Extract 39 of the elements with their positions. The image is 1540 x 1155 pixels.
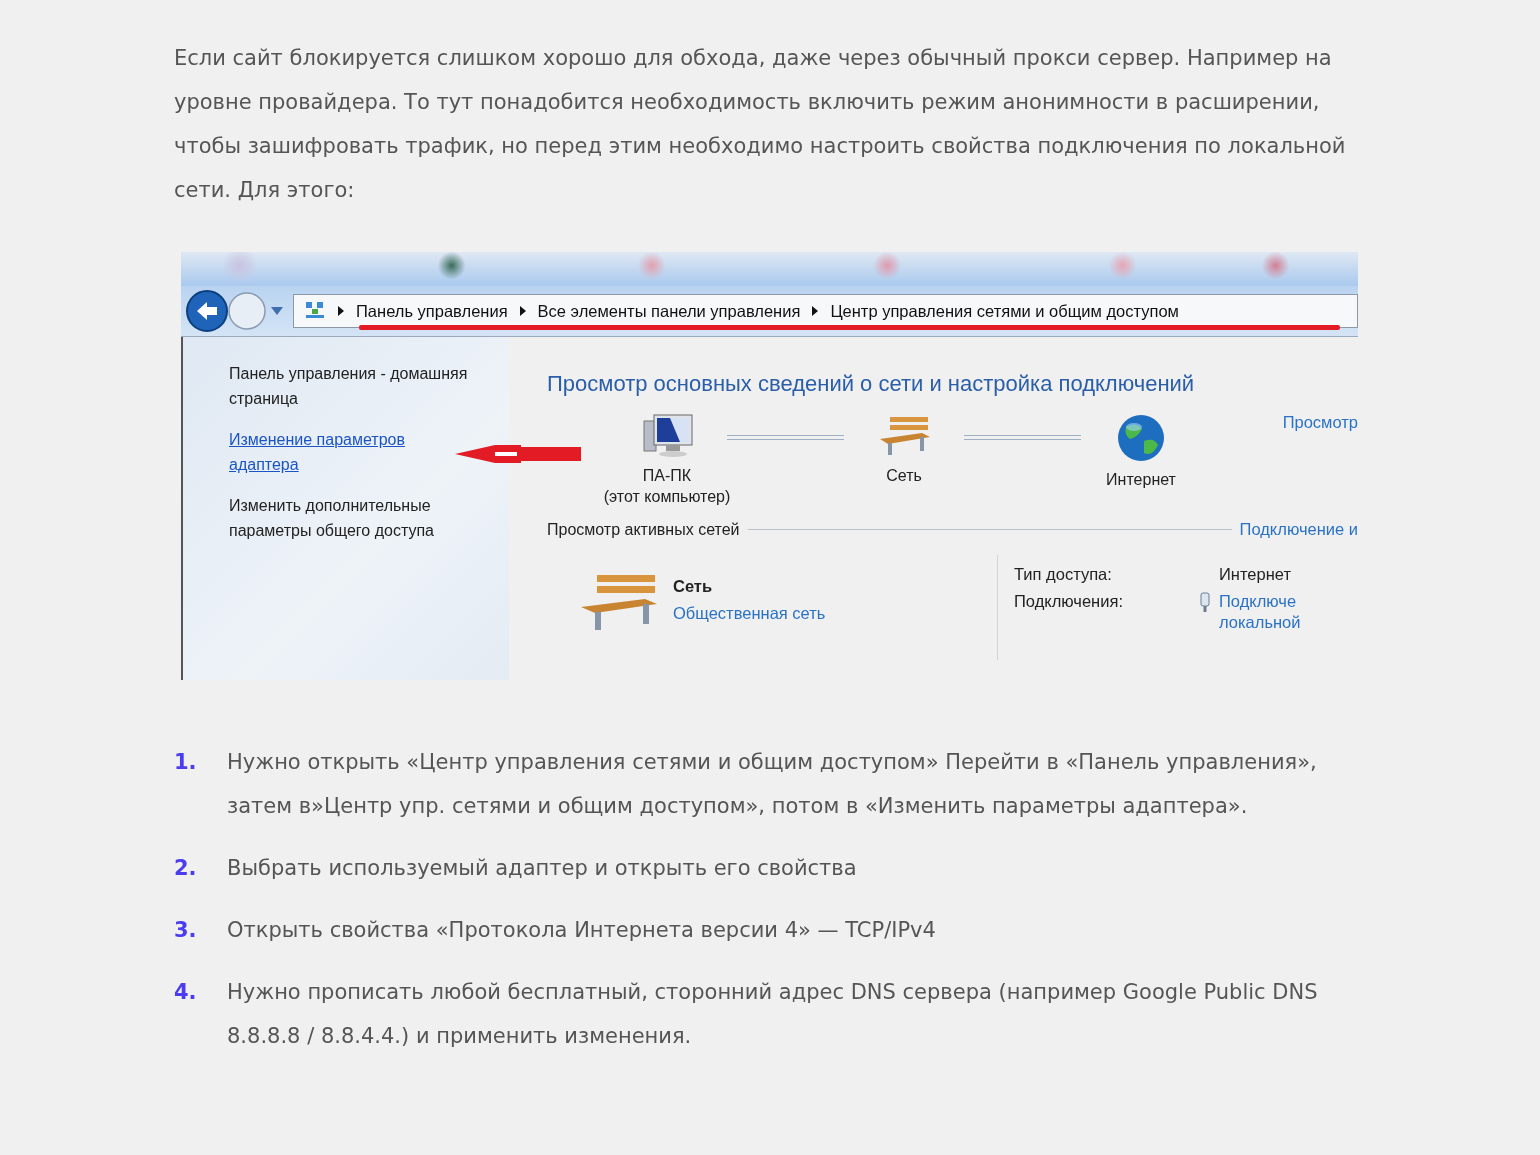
node-label: Сеть: [886, 467, 922, 485]
intro-paragraph: Если сайт блокируется слишком хорошо для обхода, даже через обычный прокси сервер. Например на уровне провайдера. То тут понадобится необходимость включить режим анонимности в расширении, чтобы зашифровать трафик, но перед этим необходимо настроить свойства подключения по локальной сети. Для этого:: [174, 45, 1347, 204]
node-label: Интернет: [1106, 471, 1176, 489]
breadcrumb-item[interactable]: Центр управления сетями и общим доступом: [830, 301, 1179, 321]
step-text: Нужно открыть «Центр управления сетями и общим доступом» Перейти в «Панель управления», затем в»Центр упр. сетями и общим доступом», потом в «Изменить параметры адаптера».: [227, 749, 1318, 820]
detail-label: Тип доступа:: [1014, 565, 1113, 584]
step-number: 2.: [174, 855, 198, 882]
chevron-icon: [812, 306, 819, 316]
sidebar-link[interactable]: Изменить дополнительные параметры общего доступа: [229, 493, 499, 543]
connect-link[interactable]: Подключение и: [1239, 520, 1358, 539]
detail-value: Интернет: [1219, 565, 1291, 584]
node-label: ПА-ПК: [642, 467, 692, 485]
address-bar[interactable]: Панель управления Все элементы панели управления Центр управления сетями и общим доступом: [293, 294, 1358, 328]
sidebar-link[interactable]: Изменение параметров адаптера: [229, 427, 449, 477]
connection-link[interactable]: Подключе: [1219, 592, 1301, 611]
connection-link[interactable]: локальной: [1219, 613, 1301, 632]
active-networks-label: Просмотр активных сетей: [547, 520, 740, 539]
step-number: 1.: [174, 749, 198, 776]
step-text: Нужно прописать любой бесплатный, сторонний адрес DNS сервера (например Google Public DNS 8.8.8.8 / 8.8.4.4.) и применить изменения.: [227, 979, 1319, 1050]
breadcrumb-item[interactable]: Все элементы панели управления: [537, 301, 801, 321]
globe-icon: [1116, 413, 1166, 463]
back-button[interactable]: [185, 289, 229, 333]
detail-label: Подключения:: [1014, 592, 1124, 612]
chevron-icon: [519, 306, 526, 316]
sidebar-link[interactable]: Панель управления - домашняя страница: [229, 361, 499, 411]
plug-icon: [1199, 592, 1211, 614]
step-text: Выбрать используемый адаптер и открыть его свойства: [227, 855, 857, 882]
computer-icon: [640, 413, 694, 459]
chevron-icon: [338, 306, 344, 316]
node-sublabel: (этот компьютер): [603, 488, 731, 506]
dropdown-caret-icon[interactable]: [271, 307, 283, 315]
step-number: 3.: [174, 917, 198, 944]
step-number: 4.: [174, 979, 198, 1006]
view-map-link[interactable]: Просмотр: [1282, 413, 1358, 432]
network-type-link[interactable]: Общественная сеть: [673, 604, 826, 623]
breadcrumb-item[interactable]: Панель управления: [356, 301, 508, 321]
section-heading: Просмотр основных сведений о сети и настройка подключений: [547, 371, 1196, 397]
network-name: Сеть: [673, 577, 714, 596]
step-text: Открыть свойства «Протокола Интернета версии 4» — TCP/IPv4: [227, 917, 936, 944]
